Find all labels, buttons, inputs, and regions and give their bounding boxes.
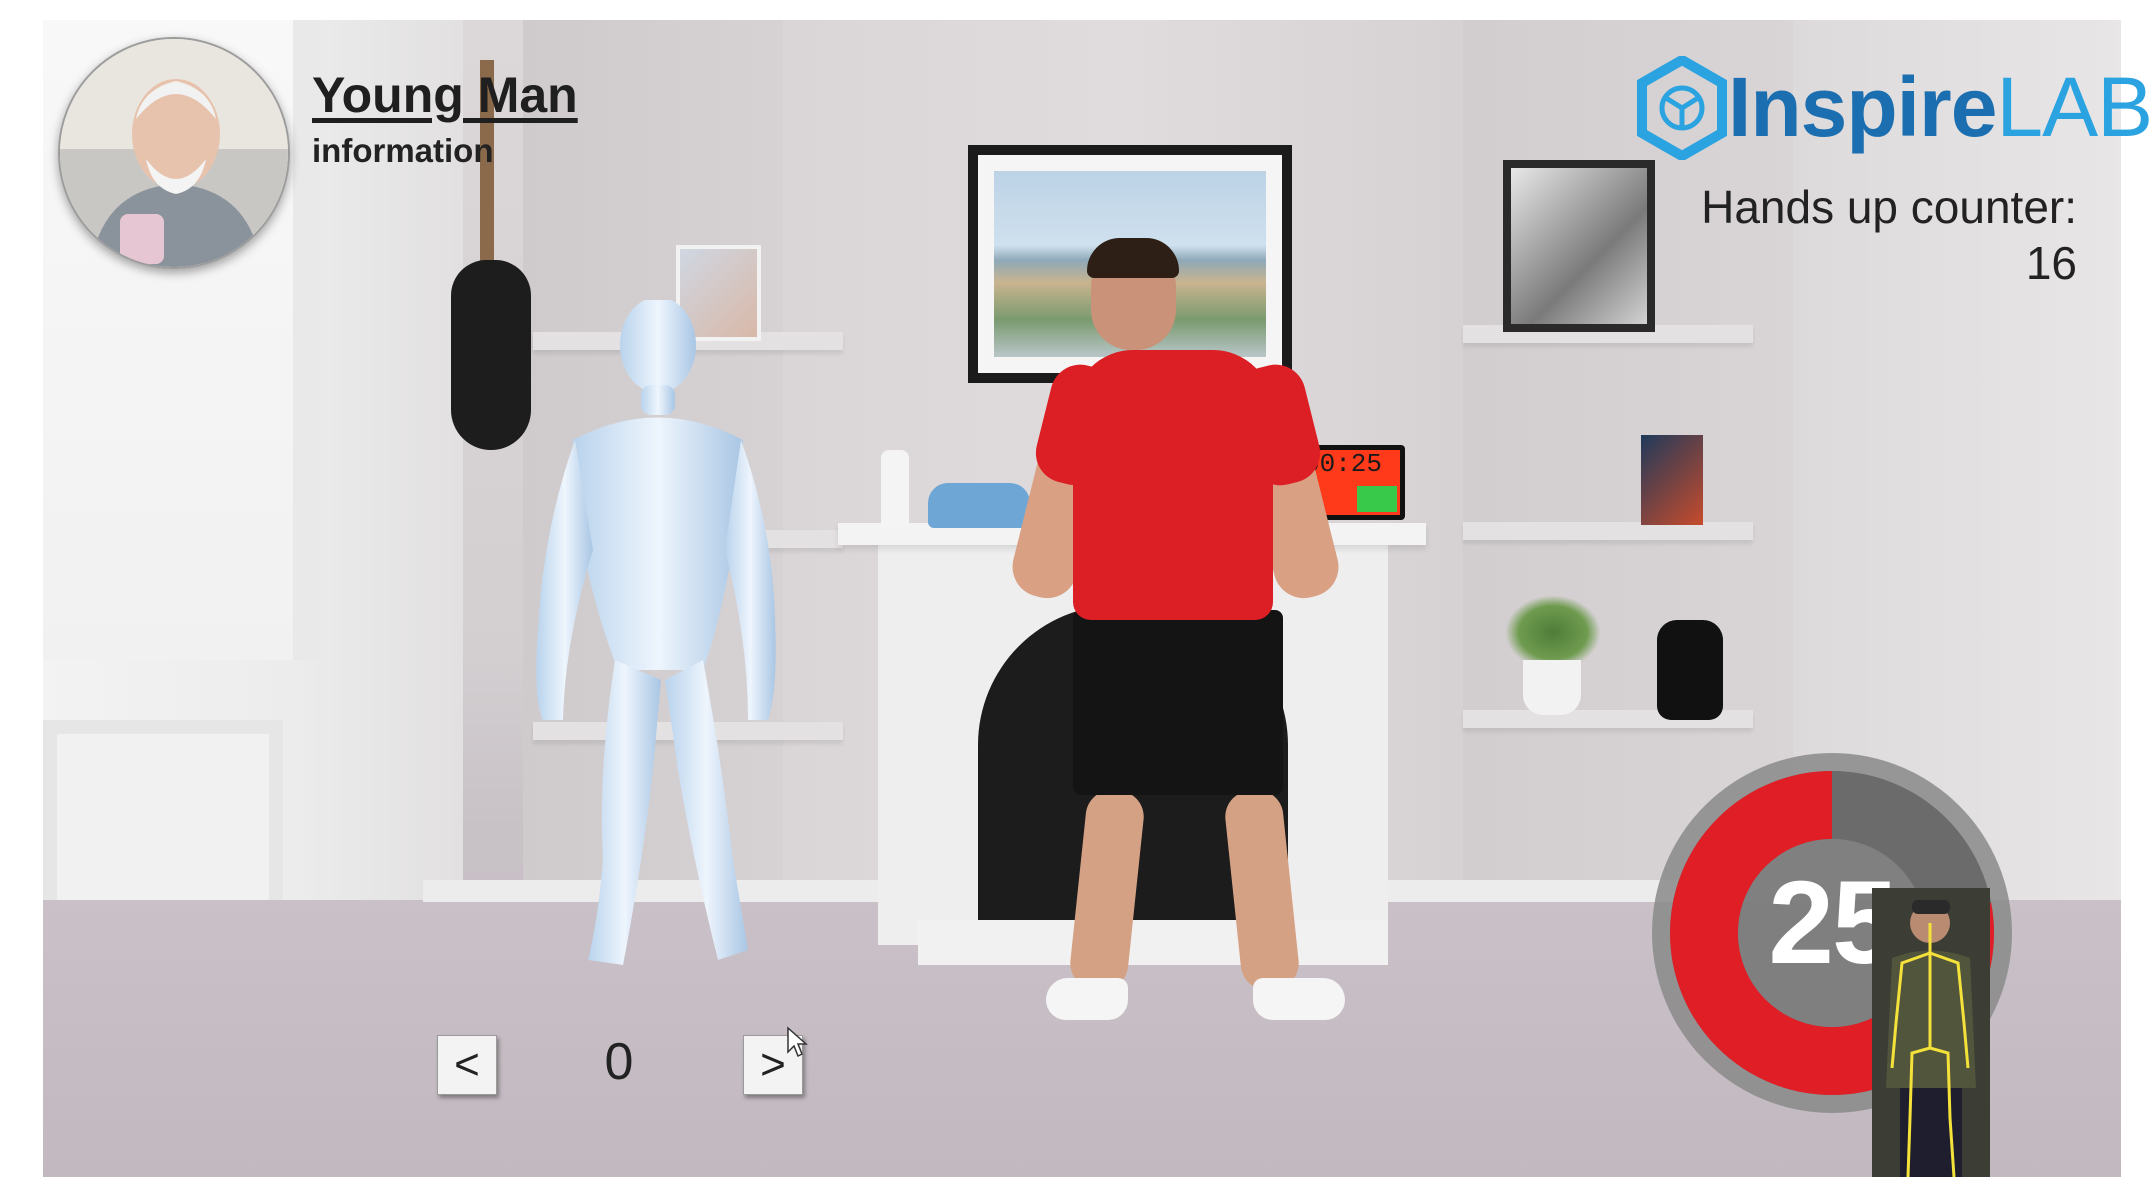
profile-info-label: information	[312, 132, 494, 169]
shelf	[1463, 522, 1753, 540]
plant-pot	[1523, 660, 1581, 715]
brand-name-part1: Inspire	[1728, 60, 1997, 154]
towel	[928, 483, 1030, 528]
profile-name[interactable]: Young Man	[312, 66, 578, 124]
shelf-book	[1641, 435, 1703, 525]
pose-index: 0	[604, 1033, 634, 1091]
fireplace-hearth	[918, 920, 1388, 965]
brand-name: InspireLAB	[1728, 59, 2150, 156]
wall-photo	[1503, 160, 1655, 332]
hands-up-counter-value: 16	[2025, 237, 2077, 289]
hexagon-logo-icon	[1637, 55, 1727, 160]
profile-avatar[interactable]	[58, 37, 290, 269]
3d-avatar	[536, 300, 776, 965]
previous-pose-button[interactable]: <	[437, 1035, 497, 1095]
brand-name-part2: LAB	[1996, 60, 2150, 154]
plant	[1505, 595, 1601, 670]
water-bottle	[881, 450, 909, 530]
brand-logo: InspireLAB	[1636, 55, 2150, 160]
vase	[1657, 620, 1723, 720]
user-camera-skeleton	[1872, 888, 1990, 1177]
mouse-cursor-icon	[787, 1026, 808, 1058]
hands-up-counter-label: Hands up counter:	[1701, 181, 2077, 233]
